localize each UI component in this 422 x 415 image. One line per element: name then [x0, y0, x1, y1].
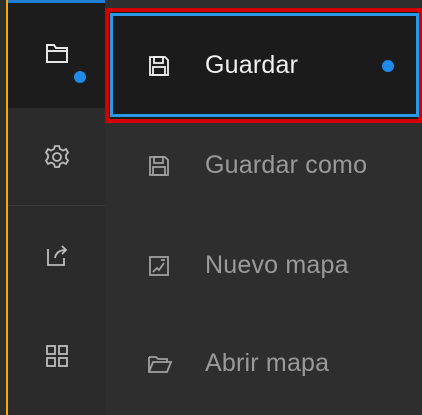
apps-grid-icon — [45, 345, 68, 367]
menu-item-new-map[interactable]: Nuevo mapa — [105, 216, 422, 316]
menu-item-label: Abrir mapa — [205, 348, 330, 377]
share-icon — [46, 245, 67, 266]
menu-item-save-as[interactable]: Guardar como — [105, 116, 422, 216]
notification-dot — [74, 71, 86, 83]
new-map-icon — [149, 256, 169, 276]
rail-item-apps[interactable] — [8, 306, 105, 406]
menu-item-label: Nuevo mapa — [205, 250, 349, 279]
active-indicator-dot — [382, 60, 394, 72]
menu-item-open-map[interactable]: Abrir mapa — [105, 314, 422, 414]
rail-item-settings[interactable] — [8, 108, 105, 205]
save-as-icon — [149, 156, 169, 176]
open-folder-icon — [148, 356, 173, 373]
save-icon — [149, 55, 169, 76]
rail-item-file[interactable] — [8, 3, 105, 108]
rail-item-share[interactable] — [8, 206, 105, 306]
menu-item-save[interactable]: Guardar — [105, 12, 422, 119]
menu-item-label: Guardar como — [205, 150, 368, 179]
menu-item-label: Guardar — [205, 50, 299, 79]
gear-icon — [44, 144, 69, 168]
app-frame: Guardar Guardar como Nuevo mapa Abrir ma… — [0, 0, 422, 415]
folder-icon — [45, 43, 68, 63]
